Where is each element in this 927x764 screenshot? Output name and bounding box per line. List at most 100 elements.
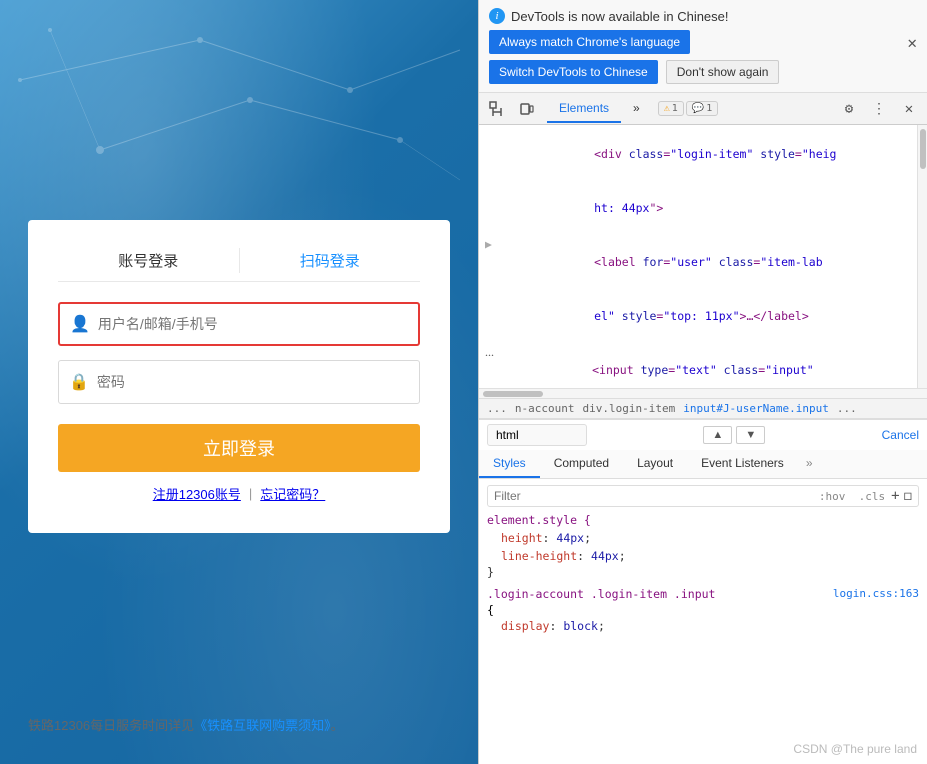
password-input[interactable] — [97, 374, 409, 390]
device-mode-icon[interactable] — [513, 95, 541, 123]
code-line: el" style="top: 11px">…</label> — [479, 289, 917, 343]
code-content: el" style="top: 11px">…</label> — [511, 289, 911, 343]
styles-filter-hint: :hov .cls — [819, 490, 885, 503]
notif-message-row: i DevTools is now available in Chinese! — [489, 8, 917, 24]
tab-more[interactable]: » — [621, 95, 652, 123]
devtools-panel: i DevTools is now available in Chinese! … — [478, 0, 927, 764]
breadcrumb-div-login-item[interactable]: div.login-item — [582, 402, 675, 415]
filter-input[interactable] — [487, 424, 587, 446]
breadcrumb-more[interactable]: ... — [837, 402, 857, 415]
tab-account-login[interactable]: 账号登录 — [58, 240, 239, 281]
code-content: <input type="text" class="input" — [509, 343, 911, 388]
gutter: ▶ — [485, 235, 505, 253]
prop-name: line-height — [501, 549, 577, 563]
divider: | — [249, 486, 252, 501]
code-content: ht: 44px"> — [511, 181, 911, 235]
warning-count: 1 — [672, 103, 678, 114]
always-match-button[interactable]: Always match Chrome's language — [489, 30, 690, 54]
register-link[interactable]: 注册12306账号 — [153, 484, 241, 503]
tab-event-listeners[interactable]: Event Listeners — [687, 450, 798, 478]
new-style-rule-icon[interactable]: ◻ — [904, 488, 912, 504]
toolbar-right-actions: ⚙ ⋮ ✕ — [835, 95, 923, 123]
info-badge[interactable]: 💬 1 — [686, 101, 718, 116]
forgot-link[interactable]: 忘记密码？ — [260, 484, 325, 503]
warning-icon: ⚠ — [664, 103, 670, 114]
user-icon: 👤 — [70, 314, 90, 334]
closing-brace: } — [487, 565, 919, 579]
filter-cancel-button[interactable]: Cancel — [882, 428, 919, 442]
styles-filter-row: :hov .cls + ◻ — [487, 485, 919, 507]
styles-filter-input[interactable] — [494, 489, 819, 503]
inspect-icon[interactable] — [483, 95, 511, 123]
login-links: 注册12306账号 | 忘记密码？ — [58, 484, 420, 503]
breadcrumb-ellipsis[interactable]: ... — [487, 402, 507, 415]
prop-name: display — [501, 619, 549, 633]
styles-tabs: Styles Computed Layout Event Listeners » — [479, 450, 927, 479]
tab-qr-login[interactable]: 扫码登录 — [240, 240, 421, 281]
notif-message: DevTools is now available in Chinese! — [511, 9, 729, 24]
breadcrumb-input[interactable]: input#J-userName.input — [683, 402, 829, 415]
code-line: ▶ <label for="user" class="item-lab — [479, 235, 917, 289]
styles-content: :hov .cls + ◻ element.style { height: 44… — [479, 479, 927, 764]
style-source-link[interactable]: login.css:163 — [833, 587, 919, 601]
style-property-height: height: 44px; — [487, 529, 919, 547]
style-property-display: display: block; — [487, 617, 919, 635]
tab-more-styles[interactable]: » — [798, 450, 821, 478]
prop-value: block — [563, 619, 598, 633]
nav-up-button[interactable]: ▲ — [703, 426, 732, 444]
style-property-lineheight: line-height: 44px; — [487, 547, 919, 565]
code-line: <div class="login-item" style="heig — [479, 127, 917, 181]
settings-icon[interactable]: ⚙ — [835, 95, 863, 123]
tab-layout[interactable]: Layout — [623, 450, 687, 478]
add-style-rule-icon[interactable]: + — [891, 488, 899, 504]
tab-styles[interactable]: Styles — [479, 450, 540, 478]
toolbar-tabs: Elements » — [547, 95, 652, 123]
code-line: ht: 44px"> — [479, 181, 917, 235]
selector-text: element.style { — [487, 513, 591, 527]
style-rule-login: .login-account .login-item .input login.… — [487, 587, 919, 635]
tab-elements[interactable]: Elements — [547, 95, 621, 123]
footer-text: 铁路12306每日服务时间详见 — [28, 718, 194, 733]
code-content: <div class="login-item" style="heig — [511, 127, 911, 181]
selector-text: .login-account .login-item .input — [487, 587, 715, 601]
login-footer: 铁路12306每日服务时间详见《铁路互联网购票须知》。 — [28, 715, 450, 734]
footer-end: 。 — [331, 718, 344, 733]
notification-close-button[interactable]: ✕ — [907, 33, 917, 52]
prop-name: height — [501, 531, 543, 545]
prop-value: 44px — [591, 549, 619, 563]
password-input-group: 🔒 — [58, 360, 420, 404]
prop-value: 44px — [556, 531, 584, 545]
close-devtools-icon[interactable]: ✕ — [895, 95, 923, 123]
rule-open-brace: { — [487, 603, 919, 617]
notif-actions-row2: Switch DevTools to Chinese Don't show ag… — [489, 60, 917, 84]
more-options-icon[interactable]: ⋮ — [865, 95, 893, 123]
switch-devtools-button[interactable]: Switch DevTools to Chinese — [489, 60, 658, 84]
info-icon: i — [489, 8, 505, 24]
bottom-scrollbar-thumb — [483, 391, 543, 397]
style-selector: element.style { — [487, 513, 919, 527]
tab-computed[interactable]: Computed — [540, 450, 623, 478]
info-count: 1 — [706, 103, 712, 114]
warning-badge[interactable]: ⚠ 1 — [658, 101, 684, 116]
comment-icon: 💬 — [692, 103, 704, 114]
style-rule-element: element.style { height: 44px; line-heigh… — [487, 513, 919, 579]
lock-icon: 🔒 — [69, 372, 89, 392]
scrollbar-thumb — [920, 129, 926, 169]
style-selector-login: .login-account .login-item .input login.… — [487, 587, 919, 601]
login-tabs: 账号登录 扫码登录 — [58, 240, 420, 282]
username-input[interactable] — [98, 316, 408, 332]
devtools-notification: i DevTools is now available in Chinese! … — [479, 0, 927, 93]
breadcrumb-bar: ... n-account div.login-item input#J-use… — [479, 398, 927, 419]
breadcrumb-n-account[interactable]: n-account — [515, 402, 575, 415]
dont-show-again-button[interactable]: Don't show again — [666, 60, 780, 84]
bottom-scrollbar[interactable] — [479, 388, 927, 398]
nav-down-button[interactable]: ▼ — [736, 426, 765, 444]
dom-code-scroll[interactable]: <div class="login-item" style="heig ht: … — [479, 125, 917, 388]
devtools-toolbar: Elements » ⚠ 1 💬 1 ⚙ ⋮ ✕ — [479, 93, 927, 125]
login-button[interactable]: 立即登录 — [58, 424, 420, 472]
username-input-group: 👤 — [58, 302, 420, 346]
dom-scrollbar[interactable] — [917, 125, 927, 388]
login-panel: 账号登录 扫码登录 👤 🔒 立即登录 注册12306账号 | 忘记密码？ 铁路1… — [0, 0, 478, 764]
login-box: 账号登录 扫码登录 👤 🔒 立即登录 注册12306账号 | 忘记密码？ — [28, 220, 450, 533]
footer-link[interactable]: 《铁路互联网购票须知》 — [194, 718, 331, 733]
